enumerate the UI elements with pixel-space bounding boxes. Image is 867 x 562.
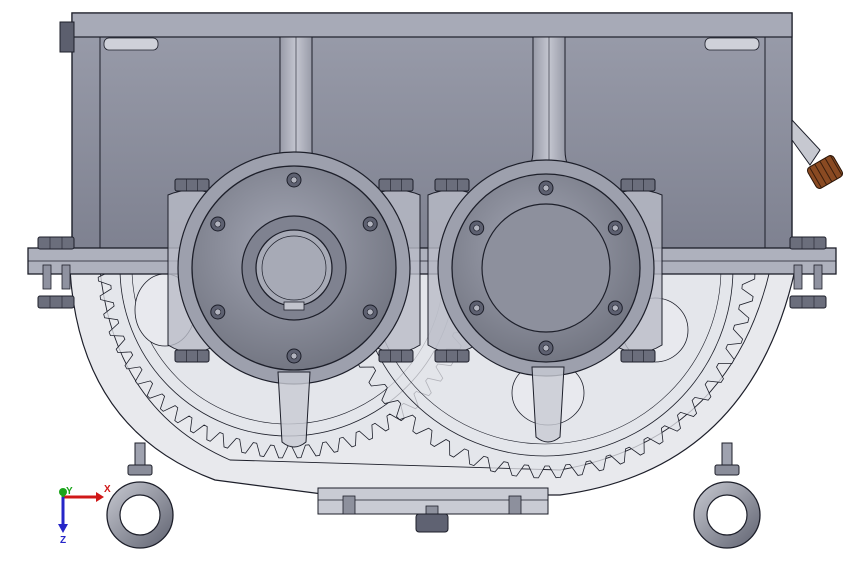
boss-bolt-top-3 (434, 178, 470, 192)
input-bearing-cover-bolt-socket (290, 352, 298, 360)
output-bearing-cover (437, 159, 655, 377)
triad-z-arrow (58, 524, 68, 533)
boss-bolt-bottom-3-head (434, 349, 470, 363)
output-bearing-cover-bolt-socket (611, 224, 619, 232)
output-bearing-cover-bolt-socket (542, 344, 550, 352)
flange-bolt-4 (789, 295, 827, 309)
flange-bolt-3 (789, 236, 827, 250)
flange-bolt-3-head (789, 236, 827, 250)
input-bearing-cover-shaft (255, 229, 333, 307)
output-bearing-cover-bolt-socket (542, 184, 550, 192)
lifting-eye-left (106, 442, 174, 549)
cad-viewport[interactable]: X Y Z (0, 0, 867, 562)
plug-boss (791, 118, 821, 166)
breather-left (59, 21, 75, 53)
input-bearing-cover (177, 151, 411, 385)
boss-bolt-bottom-2-head (378, 349, 414, 363)
input-bearing-cover-bolt-socket (366, 220, 374, 228)
boss-bolt-bottom-1-head (174, 349, 210, 363)
boss-bolt-bottom-4 (620, 349, 656, 363)
flange-bolt-2 (37, 295, 75, 309)
boss-bolt-bottom-4-head (620, 349, 656, 363)
housing-top-plate (71, 12, 793, 38)
lifting-eye-right-hole (706, 494, 748, 536)
flange-stud-1 (42, 264, 52, 290)
input-bearing-cover-bolt-socket (366, 308, 374, 316)
output-bearing-cover-bolt-socket (611, 304, 619, 312)
input-bearing-cover-keyway (283, 301, 305, 311)
flange-stud-4 (813, 264, 823, 290)
boss-bolt-top-2 (378, 178, 414, 192)
boss-bolt-top-1-head (174, 178, 210, 192)
orientation-triad[interactable]: X Y Z (58, 484, 111, 546)
boss-bolt-top-4 (620, 178, 656, 192)
drain-plug (415, 513, 449, 533)
gearbox-drawing: X Y Z (27, 12, 844, 549)
lifting-eye-left-collar (127, 464, 153, 476)
flange-stud-2 (61, 264, 71, 290)
flange-bolt-2-head (37, 295, 75, 309)
boss-bolt-bottom-3 (434, 349, 470, 363)
input-bearing-cover-bolt-socket (214, 308, 222, 316)
flange-stud-3 (793, 264, 803, 290)
boss-bolt-bottom-1 (174, 349, 210, 363)
top-slot-1 (103, 37, 159, 51)
lifting-eye-right-collar (714, 464, 740, 476)
top-slot-2 (704, 37, 760, 51)
flange-bolt-1-head (37, 236, 75, 250)
output-bearing-cover-bolt-socket (473, 304, 481, 312)
triad-x-label: X (104, 484, 111, 495)
drain-bolt-1 (342, 495, 356, 515)
triad-x-arrow (96, 492, 104, 502)
boss-bolt-top-3-head (434, 178, 470, 192)
lifting-eye-left-hole (119, 494, 161, 536)
output-bearing-cover-bore (481, 203, 611, 333)
flange-bolt-1 (37, 236, 75, 250)
boss-bolt-bottom-2 (378, 349, 414, 363)
flange-bolt-4-head (789, 295, 827, 309)
boss-bolt-top-4-head (620, 178, 656, 192)
output-bearing-cover-bolt-socket (473, 224, 481, 232)
lifting-eye-right (693, 442, 761, 549)
boss-bolt-top-1 (174, 178, 210, 192)
triad-y-label: Y (66, 486, 73, 497)
triad-z-label: Z (60, 535, 66, 546)
input-bearing-cover-bolt-socket (290, 176, 298, 184)
boss-bolt-top-2-head (378, 178, 414, 192)
lower-rib-2 (531, 366, 565, 443)
drain-bolt-3 (508, 495, 522, 515)
lower-rib-1 (277, 371, 311, 448)
input-bearing-cover-bolt-socket (214, 220, 222, 228)
